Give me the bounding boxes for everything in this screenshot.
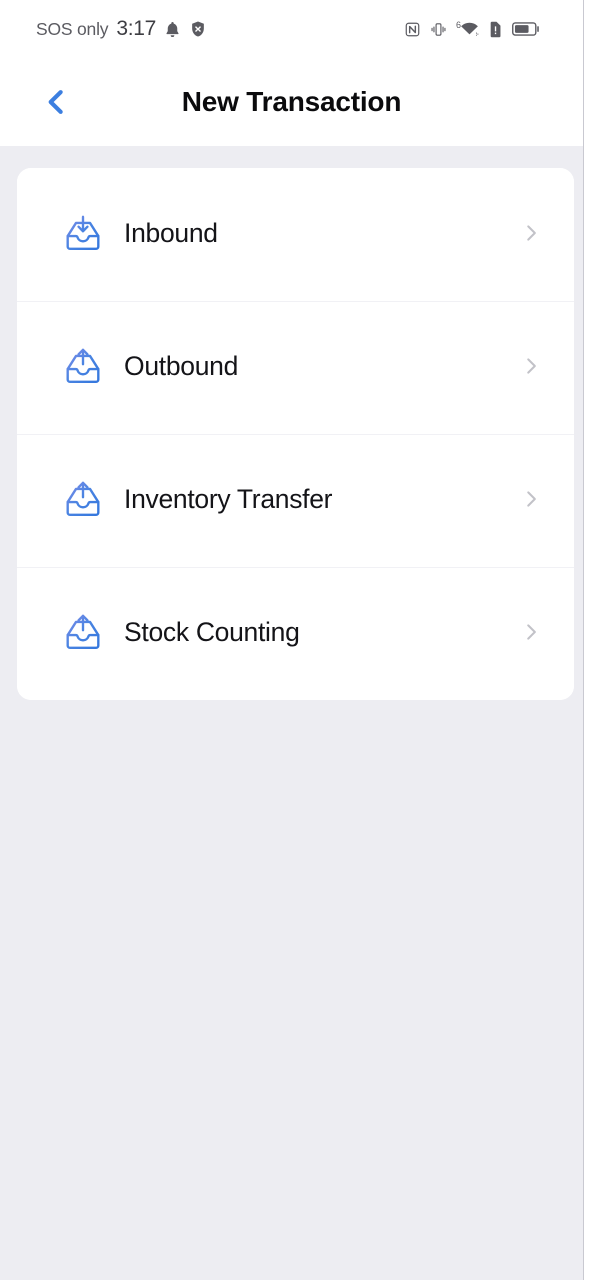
menu-item-stock-counting[interactable]: Stock Counting bbox=[17, 567, 574, 700]
chevron-right-icon bbox=[518, 619, 544, 645]
screen-outer-margin bbox=[584, 0, 591, 1280]
menu-item-label: Inbound bbox=[124, 217, 218, 248]
nfc-icon bbox=[404, 21, 421, 38]
status-bar-right: 6 bbox=[404, 21, 563, 38]
sim-alert-icon bbox=[488, 21, 503, 38]
status-bar-clock: 3:17 bbox=[116, 17, 157, 40]
phone-screen: SOS only 3:17 6 New Transaction Inbound … bbox=[0, 0, 583, 1280]
wifi-6-icon: 6 bbox=[456, 21, 479, 37]
content-area: Inbound Outbound Inventory Transfer Stoc… bbox=[0, 146, 583, 1280]
menu-item-label: Outbound bbox=[124, 350, 239, 381]
battery-icon bbox=[512, 21, 540, 37]
menu-item-inbound[interactable]: Inbound bbox=[17, 168, 574, 301]
menu-item-label: Inventory Transfer bbox=[124, 483, 333, 514]
bell-icon bbox=[163, 20, 182, 39]
back-button[interactable] bbox=[27, 76, 85, 128]
app-bar: New Transaction bbox=[0, 58, 583, 146]
vibrate-icon bbox=[430, 21, 447, 38]
wifi-generation-label: 6 bbox=[455, 20, 461, 30]
tray-arrow-up-icon bbox=[61, 344, 105, 388]
tray-arrow-up-icon bbox=[61, 610, 105, 654]
chevron-left-icon bbox=[48, 90, 63, 114]
tray-arrow-down-icon bbox=[61, 211, 105, 255]
transaction-type-card: Inbound Outbound Inventory Transfer Stoc… bbox=[17, 168, 574, 700]
menu-item-outbound[interactable]: Outbound bbox=[17, 301, 574, 434]
menu-item-label: Stock Counting bbox=[124, 616, 300, 647]
shield-block-icon bbox=[189, 20, 207, 38]
chevron-right-icon bbox=[518, 486, 544, 512]
chevron-right-icon bbox=[518, 353, 544, 379]
carrier-status-label: SOS only bbox=[36, 18, 109, 39]
status-bar: SOS only 3:17 6 bbox=[0, 0, 583, 58]
page-title: New Transaction bbox=[181, 86, 402, 117]
status-bar-left: SOS only 3:17 bbox=[36, 17, 207, 41]
tray-arrow-up-icon bbox=[61, 477, 105, 521]
menu-item-inventory-transfer[interactable]: Inventory Transfer bbox=[17, 434, 574, 567]
chevron-right-icon bbox=[518, 220, 544, 246]
